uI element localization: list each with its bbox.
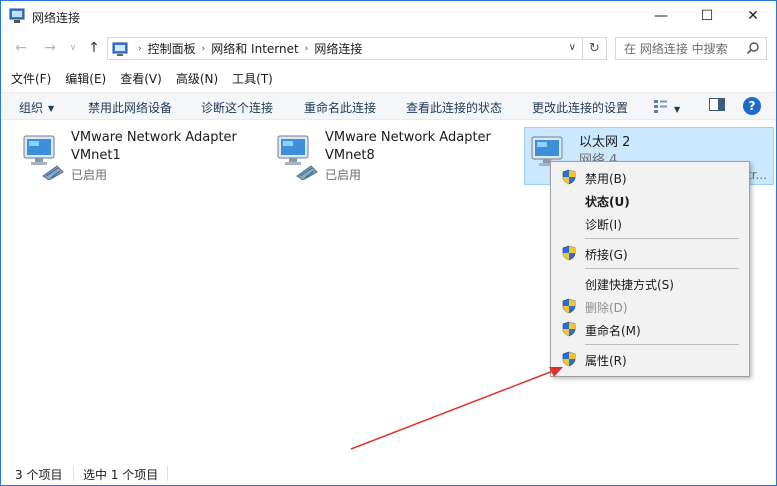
menu-tools[interactable]: 工具(T) [222,68,273,88]
uac-shield-icon [562,245,576,261]
search-icon[interactable] [746,41,760,55]
adapter-name: VMware Network Adapter [71,130,237,145]
window-title: 网络连接 [32,11,81,25]
network-adapter-icon [23,135,64,180]
menu-item-bridge[interactable]: 桥接(G) [551,242,749,264]
change-settings-button[interactable]: 更改此连接的设置 [532,99,628,116]
breadcrumb-separator[interactable]: › [305,44,309,54]
network-adapter-icon [277,135,318,180]
uac-shield-icon [562,169,576,185]
menu-separator [585,344,739,345]
menu-item-label: 诊断(I) [585,218,622,232]
up-button[interactable]: ↑ [85,38,103,58]
breadcrumb-control-panel[interactable]: 控制面板 [148,40,196,57]
menu-item-label: 状态(U) [585,195,630,209]
uac-shield-icon [562,321,576,337]
menu-bar: 文件(F) 编辑(E) 查看(V) 高级(N) 工具(T) [1,68,776,88]
forward-button[interactable]: → [41,38,59,58]
chevron-down-icon: ▼ [48,104,55,113]
menu-item-rename[interactable]: 重命名(M) [551,318,749,340]
breadcrumb-network-internet[interactable]: 网络和 Internet [211,40,298,57]
view-options-icon [654,100,667,113]
diagnose-button[interactable]: 诊断这个连接 [201,99,273,116]
maximize-button[interactable]: ☐ [684,1,730,31]
menu-item-label: 属性(R) [585,354,627,368]
context-menu: 禁用(B) 状态(U) 诊断(I) 桥接(G) 创建快捷方式(S) 删除(D) [550,161,750,377]
refresh-button[interactable]: ↻ [582,38,606,59]
control-panel-icon [112,42,128,56]
status-divider [167,466,168,481]
search-placeholder: 在 网络连接 中搜索 [624,42,728,56]
menu-item-label: 桥接(G) [585,248,628,262]
selection-count: 选中 1 个项目 [83,468,159,482]
breadcrumb-separator: › [138,43,142,54]
breadcrumb-network-connections[interactable]: 网络连接 [314,40,362,57]
adapter-name: VMware Network Adapter [325,130,491,145]
menu-item-label: 删除(D) [585,301,628,315]
preview-pane-button[interactable] [709,98,725,115]
menu-edit[interactable]: 编辑(E) [55,68,106,88]
explorer-window: 网络连接 — ☐ ✕ ← → ∨ ↑ › 控制面板 › 网络和 Internet… [0,0,777,486]
disable-device-button[interactable]: 禁用此网络设备 [88,99,172,116]
network-connections-icon [9,8,25,23]
address-dropdown-icon[interactable]: ∨ [569,42,576,53]
close-button[interactable]: ✕ [730,1,776,31]
view-options-button[interactable]: ▼ [653,99,680,116]
navigation-bar: ← → ∨ ↑ › 控制面板 › 网络和 Internet › 网络连接 ∨ ↻… [1,35,776,61]
menu-item-label: 创建快捷方式(S) [585,278,674,292]
menu-separator [585,268,739,269]
menu-item-properties[interactable]: 属性(R) [551,348,749,370]
menu-separator [585,238,739,239]
adapter-status: 已启用 [71,168,108,182]
chevron-down-icon: ▼ [674,105,681,114]
menu-item-label: 禁用(B) [585,172,627,186]
status-bar: 3 个项目 选中 1 个项目 [1,462,776,485]
minimize-button[interactable]: — [638,1,684,31]
address-bar[interactable]: › 控制面板 › 网络和 Internet › 网络连接 ∨ ↻ [107,37,607,60]
adapter-status: 已启用 [325,168,362,182]
menu-item-create-shortcut[interactable]: 创建快捷方式(S) [551,272,749,294]
adapter-device: VMnet1 [71,148,121,163]
menu-file[interactable]: 文件(F) [1,68,51,88]
uac-shield-icon [562,351,576,367]
menu-item-diagnose[interactable]: 诊断(I) [551,212,749,234]
organize-label: 组织 [19,101,44,115]
menu-advanced[interactable]: 高级(N) [166,68,218,88]
menu-item-label: 重命名(M) [585,324,641,338]
organize-button[interactable]: 组织 ▼ [19,99,54,116]
recent-locations-button[interactable]: ∨ [64,38,82,58]
adapter-device: VMnet8 [325,148,375,163]
adapter-item-vmnet8[interactable]: VMware Network Adapter VMnet8 已启用 [271,127,521,185]
uac-shield-icon [562,298,576,314]
menu-item-disable[interactable]: 禁用(B) [551,166,749,188]
preview-pane-icon [709,98,725,111]
menu-item-status[interactable]: 状态(U) [551,189,749,211]
rename-button[interactable]: 重命名此连接 [304,99,376,116]
view-status-button[interactable]: 查看此连接的状态 [406,99,502,116]
adapter-name: 以太网 2 [579,135,631,150]
breadcrumb-separator[interactable]: › [202,44,206,54]
item-count: 3 个项目 [15,468,63,482]
back-button[interactable]: ← [12,38,30,58]
command-bar: 组织 ▼ 禁用此网络设备 诊断这个连接 重命名此连接 查看此连接的状态 更改此连接… [1,92,776,120]
adapter-item-vmnet1[interactable]: VMware Network Adapter VMnet1 已启用 [17,127,267,185]
title-bar[interactable]: 网络连接 — ☐ ✕ [1,1,776,31]
search-input[interactable]: 在 网络连接 中搜索 [615,37,767,60]
menu-item-delete[interactable]: 删除(D) [551,295,749,317]
status-divider [73,466,74,481]
menu-view[interactable]: 查看(V) [110,68,162,88]
help-icon[interactable]: ? [743,97,761,115]
